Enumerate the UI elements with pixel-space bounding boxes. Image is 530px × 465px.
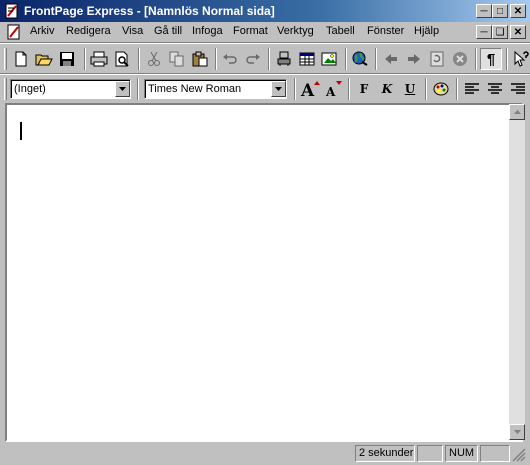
minimize-button[interactable]: ─ <box>476 4 492 18</box>
insert-image-icon[interactable] <box>319 48 341 70</box>
svg-text:A: A <box>300 81 315 98</box>
menu-fonster[interactable]: Fönster <box>367 25 404 37</box>
status-bar: 2 sekunder NUM <box>0 443 530 465</box>
text-cursor <box>20 122 22 140</box>
maximize-icon: □ <box>496 6 504 17</box>
close-icon: ✕ <box>513 6 523 17</box>
format-toolbar: (Inget) Times New Roman A A F K U <box>0 75 530 102</box>
window-title: FrontPage Express - [Namnlös Normal sida… <box>24 4 275 18</box>
redo-icon[interactable] <box>242 48 264 70</box>
minimize-icon: ─ <box>480 6 488 17</box>
arrow-down-icon <box>513 430 521 434</box>
align-right-icon[interactable] <box>507 78 529 100</box>
status-num-lock: NUM <box>445 445 478 462</box>
menu-hjalp[interactable]: Hjälp <box>414 25 439 37</box>
doc-minimize-button[interactable]: ─ <box>476 25 492 39</box>
menu-tabell[interactable]: Tabell <box>326 25 355 37</box>
close-icon: ✕ <box>513 27 523 38</box>
print-preview-icon[interactable] <box>111 48 133 70</box>
increase-font-size-icon[interactable]: A <box>299 78 321 100</box>
stop-icon[interactable] <box>449 48 471 70</box>
forward-arrow-icon[interactable] <box>403 48 425 70</box>
hyperlink-globe-icon[interactable] <box>349 48 371 70</box>
undo-icon[interactable] <box>219 48 241 70</box>
style-dropdown-button[interactable] <box>115 81 130 97</box>
back-arrow-icon[interactable] <box>380 48 402 70</box>
menu-bar: Arkiv Redigera Visa Gå till Infoga Forma… <box>0 22 530 42</box>
show-formatting-marks-icon[interactable]: ¶ <box>480 48 502 70</box>
resize-grip-icon[interactable] <box>512 448 526 462</box>
minimize-icon: ─ <box>480 27 488 38</box>
paragraph-style-value: (Inget) <box>14 83 46 95</box>
print-icon[interactable] <box>88 48 110 70</box>
vertical-scrollbar[interactable] <box>509 104 525 440</box>
status-message <box>2 445 352 462</box>
document-icon[interactable] <box>6 24 22 40</box>
status-load-time: 2 sekunder <box>355 445 415 462</box>
close-button[interactable]: ✕ <box>510 4 526 18</box>
doc-restore-button[interactable]: ❏ <box>492 25 508 39</box>
svg-text:A: A <box>325 85 336 98</box>
arrow-up-icon <box>513 110 521 114</box>
standard-toolbar: ¶ <box>0 45 530 73</box>
cut-icon[interactable] <box>143 48 165 70</box>
menu-arkiv[interactable]: Arkiv <box>30 25 54 37</box>
editor-area[interactable] <box>5 103 523 442</box>
app-icon[interactable] <box>4 3 20 19</box>
font-select[interactable]: Times New Roman <box>144 79 287 99</box>
save-icon[interactable] <box>56 48 78 70</box>
chevron-down-icon <box>275 87 282 91</box>
refresh-icon[interactable] <box>426 48 448 70</box>
copy-icon[interactable] <box>166 48 188 70</box>
font-value: Times New Roman <box>148 83 242 95</box>
scroll-up-button[interactable] <box>509 104 525 120</box>
chevron-down-icon <box>119 87 126 91</box>
align-center-icon[interactable] <box>484 78 506 100</box>
italic-button[interactable]: K <box>376 78 398 100</box>
menu-verktyg[interactable]: Verktyg <box>277 25 314 37</box>
new-page-icon[interactable] <box>10 48 32 70</box>
menu-ga-till[interactable]: Gå till <box>154 25 182 37</box>
font-dropdown-button[interactable] <box>271 81 286 97</box>
doc-close-button[interactable]: ✕ <box>510 25 526 39</box>
insert-webbot-icon[interactable] <box>273 48 295 70</box>
status-caps <box>417 445 443 462</box>
help-pointer-icon[interactable] <box>510 48 530 70</box>
underline-button[interactable]: U <box>399 78 421 100</box>
maximize-button[interactable]: □ <box>492 4 508 18</box>
open-folder-icon[interactable] <box>33 48 55 70</box>
insert-table-icon[interactable] <box>296 48 318 70</box>
title-bar[interactable]: FrontPage Express - [Namnlös Normal sida… <box>0 0 530 22</box>
status-scroll <box>480 445 510 462</box>
align-left-icon[interactable] <box>461 78 483 100</box>
menu-visa[interactable]: Visa <box>122 25 143 37</box>
restore-icon: ❏ <box>495 27 505 38</box>
bold-button[interactable]: F <box>353 78 375 100</box>
menu-redigera[interactable]: Redigera <box>66 25 111 37</box>
paragraph-style-select[interactable]: (Inget) <box>10 79 131 99</box>
decrease-font-size-icon[interactable]: A <box>322 78 344 100</box>
scroll-down-button[interactable] <box>509 424 525 440</box>
menu-format[interactable]: Format <box>233 25 268 37</box>
menu-infoga[interactable]: Infoga <box>192 25 223 37</box>
text-color-palette-icon[interactable] <box>430 78 452 100</box>
paste-icon[interactable] <box>189 48 211 70</box>
